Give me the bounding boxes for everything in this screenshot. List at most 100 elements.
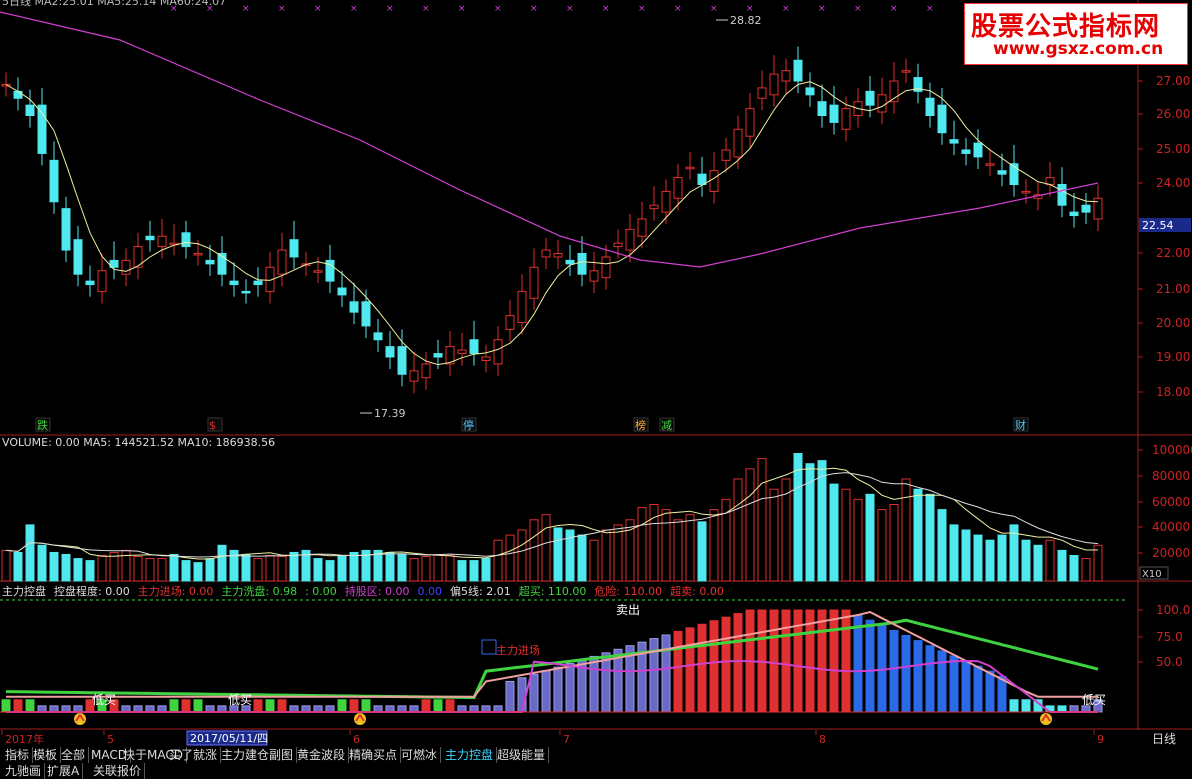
- candle-body: [769, 73, 779, 96]
- volume-bar: [193, 562, 203, 582]
- main-chart[interactable]: 27.00 26.00 25.00 24.00 22.00 21.00 20.00 19.00…: [0, 0, 1192, 436]
- watermark-logo: 股票公式指标网 www.gsxz.com.cn: [964, 3, 1188, 65]
- candle-body: [817, 101, 827, 116]
- candle-body: [577, 253, 587, 275]
- volume-bar: [13, 551, 23, 582]
- candle-body: [925, 97, 935, 116]
- candle-body: [361, 301, 371, 327]
- candle-body: [505, 315, 515, 330]
- candle-body: [61, 208, 71, 251]
- y-tick-label: 21.00: [1156, 282, 1190, 296]
- indicator-tab[interactable]: 超级能量: [494, 747, 550, 763]
- candle-body: [877, 94, 887, 113]
- candle-body: [961, 149, 971, 154]
- volume-bar: [793, 453, 803, 582]
- volume-bar: [325, 560, 335, 582]
- volume-bar: [1033, 544, 1043, 582]
- date-label: 7: [563, 733, 570, 746]
- indicator-bar: [253, 699, 263, 713]
- indicator-value: 0.00: [417, 585, 443, 598]
- indicator-tab[interactable]: 精确买点: [346, 747, 402, 763]
- indicator-tab[interactable]: 黄金波段: [294, 747, 350, 763]
- entry-label: 主力进场: [496, 643, 540, 657]
- volume-bar: [673, 519, 683, 582]
- candle-body: [481, 356, 491, 361]
- candle-body: [649, 204, 659, 210]
- indicator-value: 偏5线: 2.01: [450, 585, 511, 598]
- indicator-bar: [985, 670, 995, 713]
- volume-bar: [373, 549, 383, 582]
- date-label: 9: [1097, 733, 1104, 746]
- top-marker: ×: [422, 4, 430, 14]
- volume-bar: [157, 558, 167, 582]
- volume-bar: [1021, 539, 1031, 582]
- volume-bar: [409, 558, 419, 582]
- volume-bar: [997, 534, 1007, 582]
- candle-body: [529, 266, 539, 299]
- indicator-bar: [361, 699, 371, 713]
- indicator-chart[interactable]: 100.0 75.0 50.0 卖出低买 低买 低买 主力进场: [0, 582, 1192, 730]
- candle-body: [661, 190, 671, 213]
- volume-bar: [517, 529, 527, 582]
- indicator-tab[interactable]: 主力控盘: [442, 747, 498, 763]
- indicator-bar: [697, 623, 707, 713]
- indicator-bar: [805, 609, 815, 713]
- volume-ma10: MA10: 186938.56: [177, 436, 276, 449]
- volume-bar: [853, 498, 863, 582]
- date-label: 2017年: [5, 732, 44, 746]
- volume-bar: [613, 524, 623, 582]
- candle-body: [493, 339, 503, 365]
- volume-bar: [961, 529, 971, 582]
- candle-body: [229, 280, 239, 286]
- volume-bar: [61, 553, 71, 582]
- candle-body: [337, 287, 347, 296]
- indicator-bar: [565, 663, 575, 713]
- volume-chart[interactable]: 100000 80000 60000 40000 20000 X10: [0, 436, 1192, 582]
- indicator-tab[interactable]: 主力建仓副图: [218, 747, 298, 763]
- indicator-tab[interactable]: 可燃冰: [398, 747, 442, 763]
- bottom-tab[interactable]: 关联报价: [90, 763, 146, 779]
- indicator-tab[interactable]: 买了就涨: [166, 747, 222, 763]
- vol-unit: X10: [1142, 569, 1162, 580]
- volume-bar: [949, 524, 959, 582]
- candle-body: [697, 173, 707, 185]
- candle-body: [565, 259, 575, 265]
- volume-bar: [1045, 539, 1055, 582]
- candle-body: [373, 332, 383, 341]
- volume-bar: [697, 521, 707, 582]
- indicator-bar: [277, 699, 287, 713]
- candle-body: [625, 228, 635, 251]
- vol-tick-label: 40000: [1152, 520, 1190, 534]
- indicator-bar: [817, 609, 827, 713]
- indicator-value: 主力进场: 0.00: [137, 585, 214, 598]
- candle-body: [865, 90, 875, 106]
- volume-bar: [349, 551, 359, 582]
- bottom-tab[interactable]: 九驰画: [2, 763, 46, 779]
- volume-bar: [865, 493, 875, 582]
- volume-bar: [541, 514, 551, 582]
- candle-body: [949, 139, 959, 144]
- main-chart-header: 5日线 MA2:25.01 MA5:25.14 MA60:24.07: [2, 0, 227, 8]
- bottom-tab[interactable]: 扩展A: [44, 763, 84, 779]
- volume-bar: [169, 553, 179, 582]
- candle-body: [205, 259, 215, 265]
- candle-body: [985, 163, 995, 166]
- volume-bar: [25, 524, 35, 582]
- indicator-bar: [913, 640, 923, 713]
- candle-body: [1021, 190, 1031, 194]
- candle-body: [721, 149, 731, 161]
- candle-body: [685, 166, 695, 170]
- indicator-bar: [337, 699, 347, 713]
- top-marker: ×: [242, 4, 250, 14]
- volume-bar: [457, 560, 467, 582]
- candle-body: [1081, 204, 1091, 213]
- high-label: 28.82: [730, 14, 762, 27]
- candle-body: [637, 218, 647, 237]
- indicator-tab[interactable]: 指标: [2, 747, 34, 763]
- indicator-tab[interactable]: 模板: [30, 747, 62, 763]
- indicator-tab[interactable]: 全部: [58, 747, 90, 763]
- period-label: 日线: [1152, 732, 1176, 746]
- volume-bar: [841, 488, 851, 582]
- indicator-bar: [901, 635, 911, 713]
- indicator-bar: [13, 699, 23, 713]
